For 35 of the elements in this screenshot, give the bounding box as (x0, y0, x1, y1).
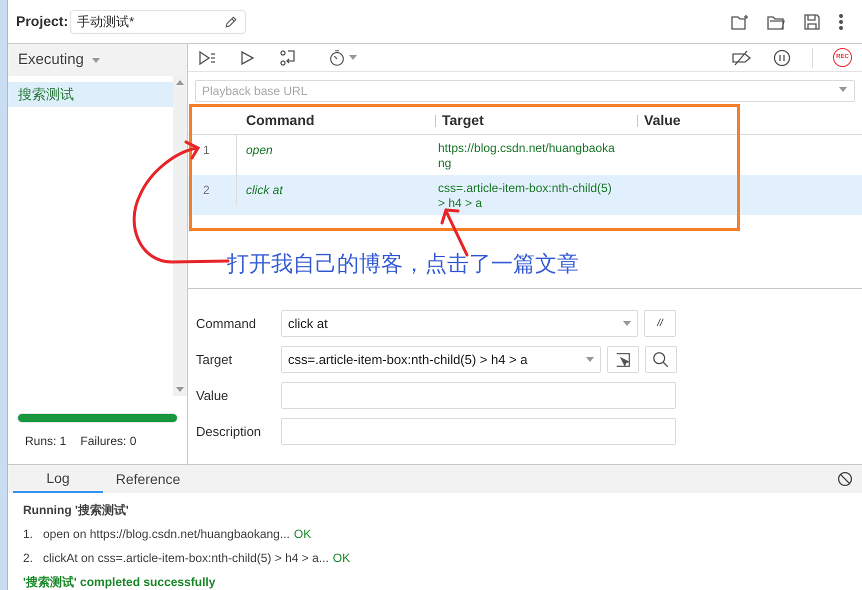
test-item[interactable]: 搜索测试 (8, 82, 173, 107)
command-cell-text: open (245, 142, 274, 159)
log-success: '搜索测试' completed successfully (23, 574, 216, 590)
target-cell-text: css=.article-item-box:nth-child(5) > h4 > a (438, 181, 613, 212)
target-field[interactable]: css=.article-item-box:nth-child(5) > h4 > a (281, 346, 601, 373)
log-message: clickAt on css=.article-item-box:nth-child(5) > h4 > a... (43, 550, 329, 567)
row-number: 1 (202, 142, 211, 159)
column-header[interactable]: Value (644, 110, 681, 131)
playback-url-field[interactable]: Playback base URL (195, 80, 855, 102)
log-heading: Running '搜索测试' (23, 502, 130, 519)
runs-count: Runs: 1 (25, 433, 66, 450)
command-cell-text: click at (245, 182, 284, 199)
field-label: Value (196, 386, 230, 405)
comment-button[interactable]: // (644, 310, 676, 337)
log-number: 1. (23, 526, 34, 543)
column-header[interactable]: Target (442, 110, 484, 131)
command-field[interactable]: click at (281, 310, 638, 337)
project-label: Project: (16, 12, 68, 31)
project-name-field[interactable]: 手动测试* (70, 10, 246, 34)
log-status: OK (332, 550, 350, 567)
log-message: open on https://blog.csdn.net/huangbaokang... (43, 526, 290, 543)
field-label: Description (196, 422, 262, 441)
field-label: Command (196, 314, 257, 333)
command-row[interactable]: 2 click at css=.article-item-box:nth-child(5) > h4 > a (188, 175, 862, 215)
log-number: 2. (23, 550, 34, 567)
panel-tab[interactable]: Reference (103, 465, 193, 493)
field-label: Target (196, 350, 234, 369)
command-row[interactable]: 1 open https://blog.csdn.net/huangbaokang (188, 135, 862, 175)
target-cell-text: https://blog.csdn.net/huangbaokang (438, 141, 616, 172)
annotation-text: 打开我自己的博客，点击了一篇文章 (227, 251, 579, 279)
row-number: 2 (202, 182, 211, 199)
log-status: OK (294, 526, 312, 543)
column-header[interactable]: Command (246, 110, 314, 131)
failures-count: Failures: 0 (80, 433, 136, 450)
panel-tab[interactable]: Log (13, 465, 103, 493)
